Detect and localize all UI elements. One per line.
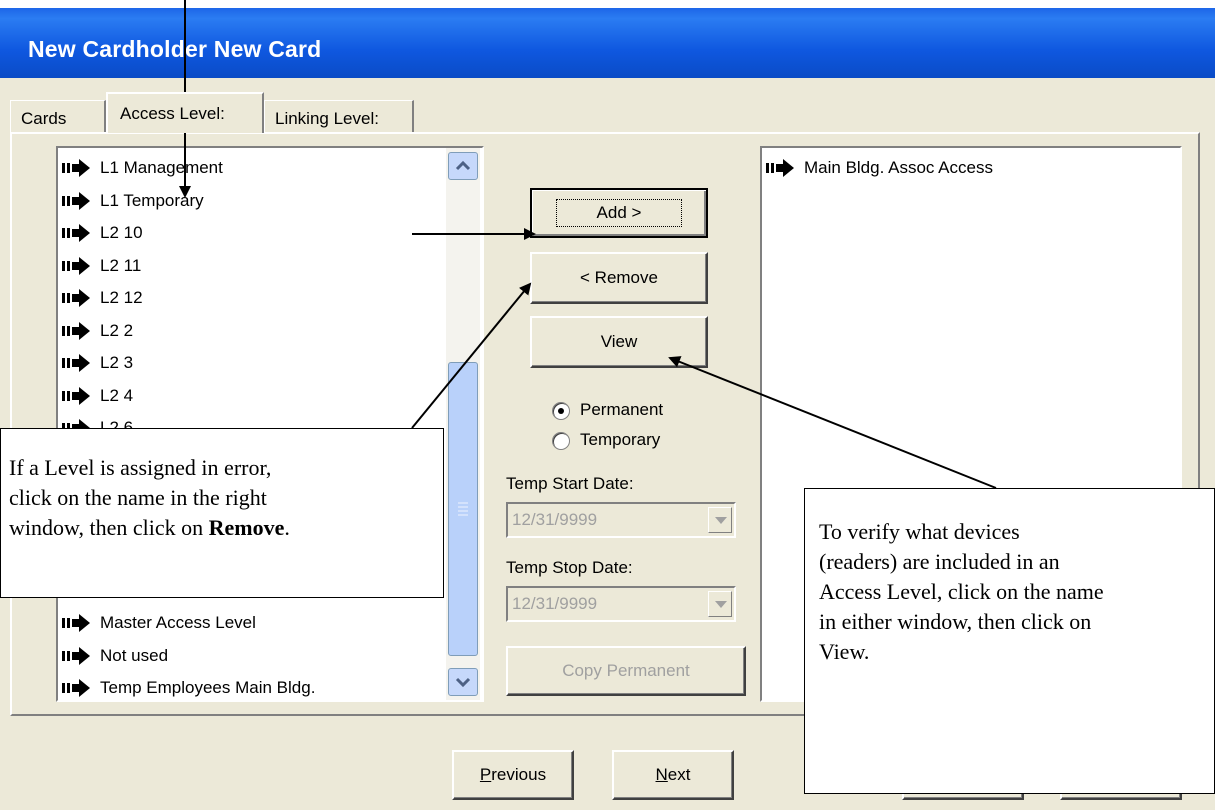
arrow-to-remove [411, 282, 532, 429]
tab-access-level[interactable]: Access Level: [106, 92, 264, 133]
tab-access-level-label: Access Level: [120, 104, 225, 123]
arrow-to-view [668, 356, 997, 489]
